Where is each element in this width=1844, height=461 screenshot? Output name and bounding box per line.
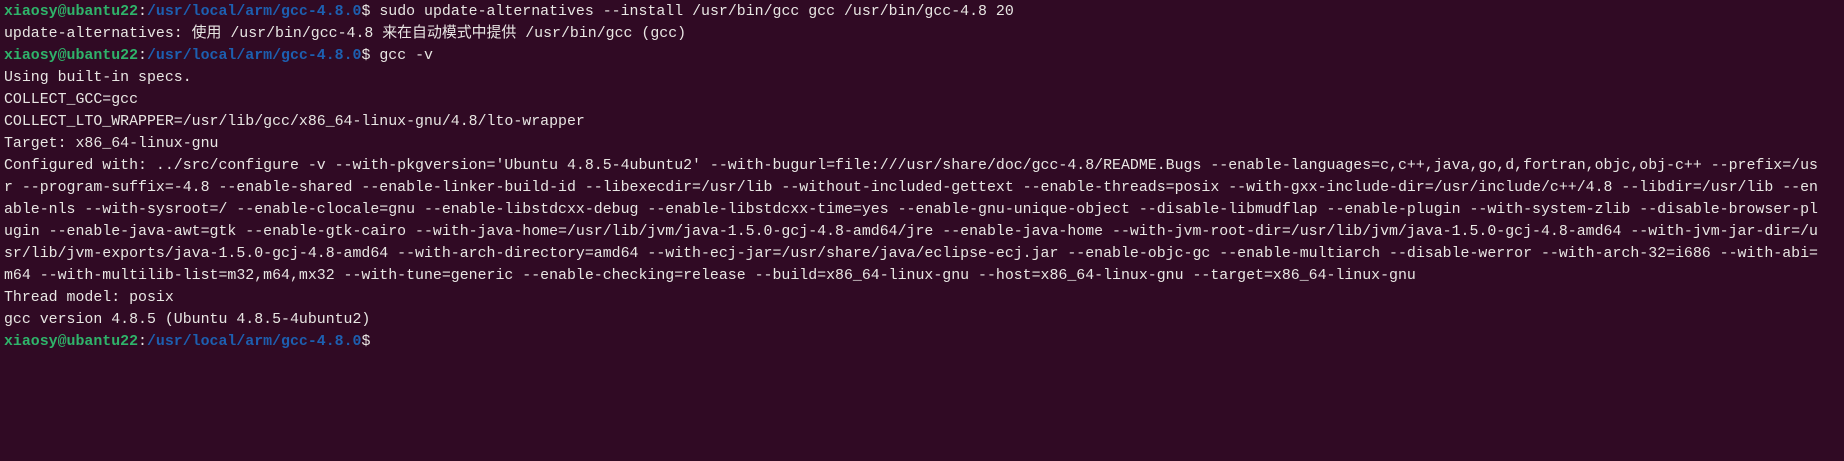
output-line: gcc version 4.8.5 (Ubuntu 4.8.5-4ubuntu2… bbox=[4, 312, 371, 328]
output-line: COLLECT_GCC=gcc bbox=[4, 92, 139, 108]
prompt-symbol: $ bbox=[361, 4, 380, 20]
prompt-separator: : bbox=[138, 48, 147, 64]
prompt-path: /usr/local/arm/gcc-4.8.0 bbox=[146, 334, 362, 350]
prompt-line: xiaosy@ubantu22:/usr/local/arm/gcc-4.8.0… bbox=[4, 331, 1844, 353]
prompt-user-host: xiaosy@ubantu22 bbox=[4, 48, 139, 64]
output-line: ugin --enable-java-awt=gtk --enable-gtk-… bbox=[4, 224, 1818, 240]
command-text: gcc -v bbox=[379, 48, 433, 64]
terminal-output[interactable]: xiaosy@ubantu22:/usr/local/arm/gcc-4.8.0… bbox=[0, 0, 1844, 353]
prompt-path: /usr/local/arm/gcc-4.8.0 bbox=[146, 4, 362, 20]
output-line: update-alternatives: 使用 /usr/bin/gcc-4.8… bbox=[4, 26, 687, 42]
prompt-path: /usr/local/arm/gcc-4.8.0 bbox=[146, 48, 362, 64]
prompt-line: xiaosy@ubantu22:/usr/local/arm/gcc-4.8.0… bbox=[4, 45, 1844, 67]
prompt-symbol: $ bbox=[361, 334, 380, 350]
prompt-separator: : bbox=[138, 334, 147, 350]
output-line: Target: x86_64-linux-gnu bbox=[4, 136, 219, 152]
output-line: sr/lib/jvm-exports/java-1.5.0-gcj-4.8-am… bbox=[4, 246, 1818, 262]
command-text: sudo update-alternatives --install /usr/… bbox=[379, 4, 1014, 20]
output-line: Configured with: ../src/configure -v --w… bbox=[4, 158, 1818, 174]
prompt-symbol: $ bbox=[361, 48, 380, 64]
output-line: able-nls --with-sysroot=/ --enable-cloca… bbox=[4, 202, 1818, 218]
output-line: Using built-in specs. bbox=[4, 70, 192, 86]
output-line: r --program-suffix=-4.8 --enable-shared … bbox=[4, 180, 1818, 196]
prompt-user-host: xiaosy@ubantu22 bbox=[4, 4, 139, 20]
output-line: m64 --with-multilib-list=m32,m64,mx32 --… bbox=[4, 268, 1416, 284]
prompt-line: xiaosy@ubantu22:/usr/local/arm/gcc-4.8.0… bbox=[4, 1, 1844, 23]
output-line: Thread model: posix bbox=[4, 290, 174, 306]
output-line: COLLECT_LTO_WRAPPER=/usr/lib/gcc/x86_64-… bbox=[4, 114, 585, 130]
prompt-user-host: xiaosy@ubantu22 bbox=[4, 334, 139, 350]
prompt-separator: : bbox=[138, 4, 147, 20]
